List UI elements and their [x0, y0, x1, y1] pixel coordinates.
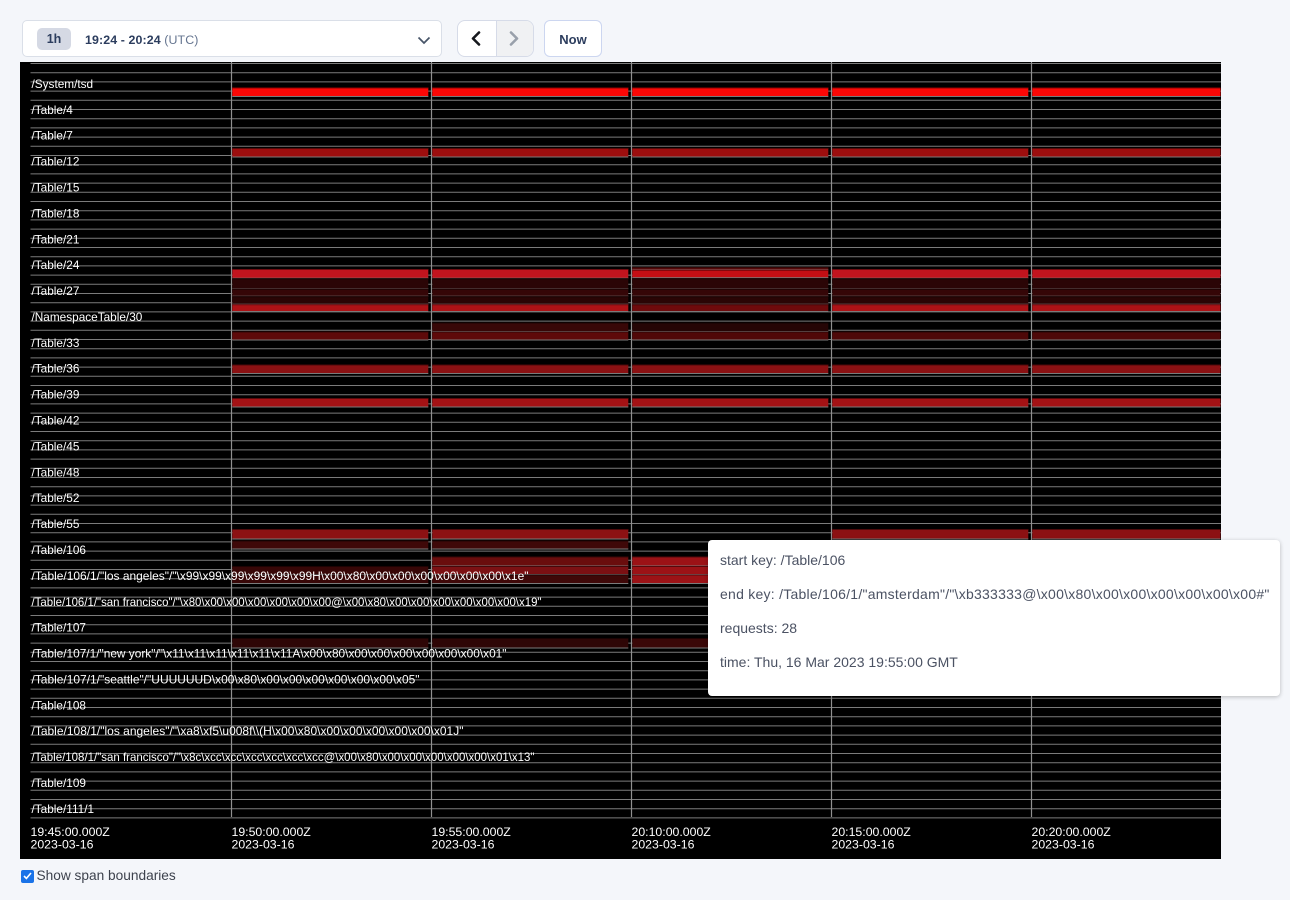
svg-text:/Table/106: /Table/106	[32, 543, 87, 557]
svg-text:/Table/108: /Table/108	[32, 698, 87, 712]
svg-text:2023-03-16: 2023-03-16	[832, 838, 895, 852]
svg-text:/Table/24: /Table/24	[32, 258, 80, 272]
svg-text:/Table/109: /Table/109	[32, 776, 86, 790]
svg-text:2023-03-16: 2023-03-16	[31, 838, 94, 852]
svg-text:/Table/21: /Table/21	[32, 232, 80, 246]
svg-text:/Table/48: /Table/48	[32, 465, 80, 479]
svg-text:2023-03-16: 2023-03-16	[432, 838, 495, 852]
svg-text:/Table/108/1/"los angeles"/"\x: /Table/108/1/"los angeles"/"\xa8\xf5\u00…	[32, 724, 464, 738]
svg-text:/Table/27: /Table/27	[32, 284, 80, 298]
svg-text:/Table/55: /Table/55	[32, 517, 80, 531]
svg-text:/Table/7: /Table/7	[32, 129, 73, 143]
svg-text:/Table/111/1: /Table/111/1	[32, 802, 95, 816]
svg-text:/Table/18: /Table/18	[32, 206, 80, 220]
svg-text:/NamespaceTable/30: /NamespaceTable/30	[32, 310, 143, 324]
svg-text:/Table/108/1/"san francisco"/": /Table/108/1/"san francisco"/"\x8c\xcc\x…	[32, 750, 535, 764]
svg-text:/Table/107/1/"seattle"/"UUUUUU: /Table/107/1/"seattle"/"UUUUUUD\x00\x80\…	[32, 672, 420, 686]
svg-text:/Table/107/1/"new york"/"\x11\: /Table/107/1/"new york"/"\x11\x11\x11\x1…	[32, 647, 507, 661]
svg-text:2023-03-16: 2023-03-16	[1032, 838, 1095, 852]
svg-text:/Table/33: /Table/33	[32, 336, 80, 350]
svg-text:2023-03-16: 2023-03-16	[632, 838, 695, 852]
svg-text:/Table/42: /Table/42	[32, 414, 80, 428]
svg-text:/Table/106/1/"san francisco"/": /Table/106/1/"san francisco"/"\x80\x00\x…	[32, 595, 542, 609]
svg-text:/Table/39: /Table/39	[32, 388, 80, 402]
svg-text:/Table/52: /Table/52	[32, 491, 80, 505]
svg-text:/Table/12: /Table/12	[32, 155, 80, 169]
svg-text:/System/tsd: /System/tsd	[32, 77, 94, 91]
svg-text:/Table/106/1/"los angeles"/"\x: /Table/106/1/"los angeles"/"\x99\x99\x99…	[32, 569, 529, 583]
svg-text:/Table/36: /Table/36	[32, 362, 80, 376]
svg-text:/Table/45: /Table/45	[32, 439, 80, 453]
svg-text:2023-03-16: 2023-03-16	[232, 838, 295, 852]
svg-text:/Table/4: /Table/4	[32, 103, 74, 117]
svg-text:/Table/15: /Table/15	[32, 181, 80, 195]
svg-text:/Table/107: /Table/107	[32, 621, 86, 635]
